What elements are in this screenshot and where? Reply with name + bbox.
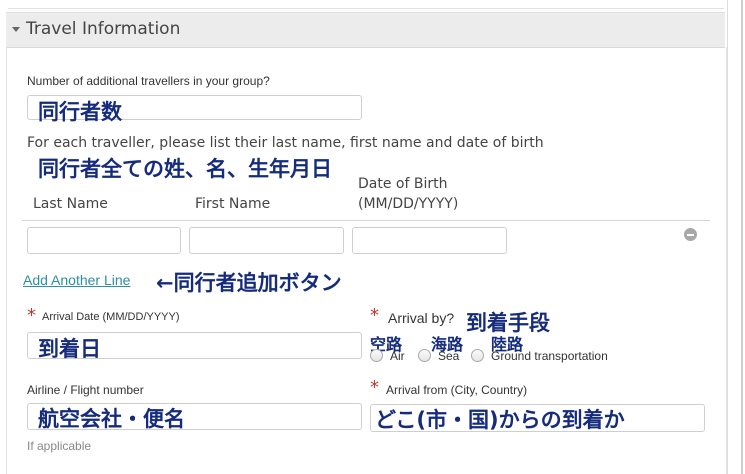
airline-annotation: 航空会社・便名 [38, 407, 185, 431]
airline-label: Airline / Flight number [27, 383, 144, 397]
arrival-from-label: Arrival from (City, Country) [386, 383, 528, 397]
air-radio[interactable] [370, 349, 383, 362]
frame-top-line [8, 8, 724, 9]
collapse-triangle-icon[interactable] [12, 27, 20, 32]
scrollbar-edge[interactable] [741, 0, 743, 474]
required-asterisk: * [27, 305, 36, 326]
traveller-instruction: For each traveller, please list their la… [27, 135, 544, 151]
required-asterisk: * [370, 305, 379, 326]
ground-label: Ground transportation [491, 349, 608, 363]
column-last-name: Last Name [33, 196, 108, 212]
traveller-instruction-annotation: 同行者全ての姓、名、生年月日 [38, 157, 332, 181]
column-dob: Date of Birth [358, 176, 448, 192]
first-name-input[interactable] [189, 227, 344, 254]
airline-hint: If applicable [27, 439, 92, 453]
column-first-name: First Name [195, 196, 271, 212]
last-name-input[interactable] [27, 227, 181, 254]
ground-radio[interactable] [471, 349, 484, 362]
arrival-date-annotation: 到着日 [38, 337, 101, 361]
right-rail [727, 0, 728, 474]
add-another-line-link[interactable]: Add Another Line [23, 272, 130, 288]
sea-label: Sea [438, 349, 460, 363]
column-divider [22, 220, 710, 221]
traveller-count-label: Number of additional travellers in your … [27, 74, 270, 88]
sea-radio[interactable] [418, 349, 431, 362]
arrival-date-label: Arrival Date (MM/DD/YYYY) [42, 311, 180, 323]
arrival-by-label: Arrival by? [388, 310, 455, 326]
section-title: Travel Information [26, 19, 181, 39]
traveller-count-annotation: 同行者数 [38, 100, 122, 124]
dob-input[interactable] [352, 227, 507, 254]
air-label: Air [390, 349, 405, 363]
travel-information-header[interactable]: Travel Information [6, 12, 725, 48]
column-dob-format: (MM/DD/YYYY) [358, 196, 459, 212]
arrival-from-annotation: どこ(市・国)からの到着か [375, 408, 625, 432]
required-asterisk: * [370, 377, 379, 398]
add-line-annotation: ←同行者追加ボタン [156, 271, 342, 295]
remove-line-icon[interactable] [684, 228, 697, 241]
